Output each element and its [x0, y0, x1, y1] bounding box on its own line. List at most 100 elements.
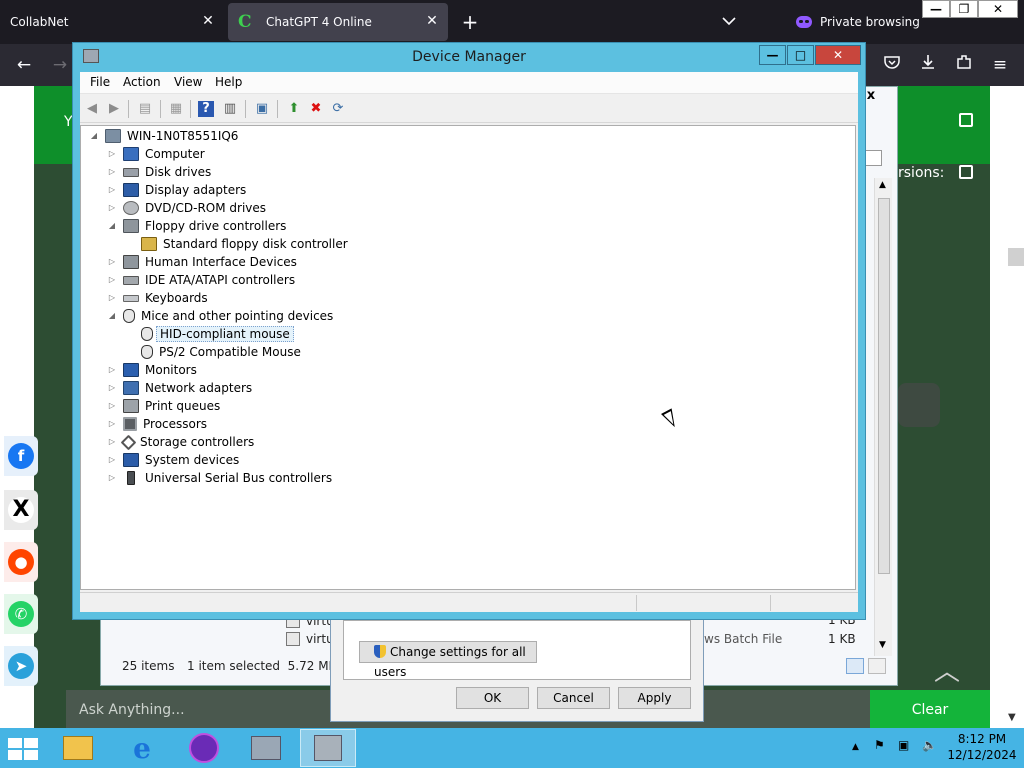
expand-arrow-icon[interactable]: ▷	[107, 379, 117, 397]
taskbar-clock[interactable]: 8:12 PM 12/12/2024	[944, 731, 1020, 763]
copy-icon[interactable]	[959, 165, 973, 179]
clear-button[interactable]: Clear	[870, 690, 990, 728]
share-telegram[interactable]: ➤	[4, 646, 38, 686]
taskbar-device-manager[interactable]	[300, 729, 356, 767]
expand-arrow-icon[interactable]: ▷	[107, 469, 117, 487]
tree-item-mice[interactable]: ◢ Mice and other pointing devices	[107, 307, 333, 325]
tree-item-disk-drives[interactable]: ▷ Disk drives	[107, 163, 211, 181]
action-pane-icon[interactable]: ▥	[222, 101, 238, 117]
menu-file[interactable]: File	[90, 75, 110, 89]
menu-view[interactable]: View	[174, 75, 202, 89]
windows-start-icon[interactable]	[8, 738, 38, 760]
copy-icon[interactable]	[959, 113, 973, 127]
ok-button[interactable]: OK	[456, 687, 529, 709]
taskbar-firefox-private[interactable]	[176, 729, 232, 767]
downloads-icon[interactable]	[916, 53, 940, 77]
tree-item-network-adapters[interactable]: ▷ Network adapters	[107, 379, 252, 397]
computer-icon[interactable]: ▣	[254, 101, 270, 117]
scroll-to-top-chevron-icon[interactable]: ︿	[932, 659, 962, 685]
large-icons-view-icon[interactable]	[868, 658, 886, 674]
minimize-button[interactable]: —	[759, 45, 786, 65]
expand-arrow-icon[interactable]: ▷	[107, 181, 117, 199]
uninstall-device-icon[interactable]: ✖	[308, 101, 324, 117]
explorer-scrollbar-thumb[interactable]	[878, 198, 890, 574]
tree-item-monitors[interactable]: ▷ Monitors	[107, 361, 197, 379]
browser-minimize-button[interactable]: —	[922, 0, 950, 18]
show-hide-console-tree-icon[interactable]: ▤	[137, 101, 153, 117]
tree-item-processors[interactable]: ▷ Processors	[107, 415, 207, 433]
details-view-icon[interactable]	[846, 658, 864, 674]
taskbar-internet-explorer[interactable]: e	[114, 729, 170, 767]
apply-button[interactable]: Apply	[618, 687, 691, 709]
network-icon[interactable]: ▣	[898, 738, 909, 752]
forward-arrow-icon[interactable]: →	[48, 53, 72, 77]
volume-muted-icon[interactable]: 🔈	[922, 738, 937, 752]
explorer-search-box[interactable]	[864, 150, 882, 166]
tree-item-hid[interactable]: ▷ Human Interface Devices	[107, 253, 297, 271]
device-tree[interactable]: ◢ WIN-1N0T8551IQ6 ▷ Computer ▷ Disk driv…	[80, 125, 856, 590]
browser-close-button[interactable]: ✕	[978, 0, 1018, 18]
tree-item-dvd-cd-rom[interactable]: ▷ DVD/CD-ROM drives	[107, 199, 266, 217]
action-center-flag-icon[interactable]: ⚑	[874, 738, 885, 752]
collapse-arrow-icon[interactable]: ◢	[107, 307, 117, 325]
share-x[interactable]: X	[4, 490, 38, 530]
tree-item-ide-ata[interactable]: ▷ IDE ATA/ATAPI controllers	[107, 271, 295, 289]
scan-hardware-changes-icon[interactable]: ⟳	[330, 101, 346, 117]
menu-action[interactable]: Action	[123, 75, 161, 89]
expand-arrow-icon[interactable]: ▷	[107, 253, 117, 271]
tree-item-hid-mouse[interactable]: HID-compliant mouse	[141, 325, 294, 343]
share-reddit[interactable]: ●	[4, 542, 38, 582]
update-driver-icon[interactable]: ⬆	[286, 101, 302, 117]
maximize-button[interactable]: □	[787, 45, 814, 65]
expand-arrow-icon[interactable]: ▷	[107, 163, 117, 181]
show-hidden-icons[interactable]: ▲	[852, 742, 859, 752]
forward-arrow-icon[interactable]: ▶	[106, 101, 122, 117]
tab-close-icon[interactable]: ✕	[424, 13, 440, 29]
new-tab-icon[interactable]: +	[458, 10, 482, 34]
cancel-button[interactable]: Cancel	[537, 687, 610, 709]
tree-item-standard-floppy[interactable]: Standard floppy disk controller	[141, 235, 348, 253]
page-scrollbar-thumb[interactable]	[1008, 248, 1024, 266]
browser-maximize-button[interactable]: ❐	[950, 0, 978, 18]
tree-root[interactable]: ◢ WIN-1N0T8551IQ6	[89, 127, 238, 145]
menu-help[interactable]: Help	[215, 75, 242, 89]
share-facebook[interactable]: f	[4, 436, 38, 476]
collapse-arrow-icon[interactable]: ◢	[107, 217, 117, 235]
back-arrow-icon[interactable]: ←	[12, 53, 36, 77]
tree-item-print-queues[interactable]: ▷ Print queues	[107, 397, 220, 415]
tree-item-system-devices[interactable]: ▷ System devices	[107, 451, 239, 469]
expand-arrow-icon[interactable]: ▷	[107, 433, 117, 451]
tree-item-storage-controllers[interactable]: ▷ Storage controllers	[107, 433, 254, 451]
expand-arrow-icon[interactable]: ▷	[107, 289, 117, 307]
tree-item-display-adapters[interactable]: ▷ Display adapters	[107, 181, 246, 199]
pocket-icon[interactable]	[880, 53, 904, 77]
expand-arrow-icon[interactable]: ▷	[107, 361, 117, 379]
taskbar-file-explorer[interactable]	[50, 729, 106, 767]
back-arrow-icon[interactable]: ◀	[84, 101, 100, 117]
help-icon[interactable]: ?	[198, 101, 214, 117]
tree-item-floppy-controllers[interactable]: ◢ Floppy drive controllers	[107, 217, 286, 235]
explorer-scrollbar[interactable]: ▲ ▼	[874, 178, 892, 656]
hamburger-menu-icon[interactable]: ≡	[988, 53, 1012, 77]
tree-item-ps2-mouse[interactable]: PS/2 Compatible Mouse	[141, 343, 301, 361]
ask-input[interactable]: Ask Anything...	[79, 702, 185, 718]
change-settings-button[interactable]: Change settings for all users	[359, 641, 537, 679]
expand-arrow-icon[interactable]: ▷	[107, 451, 117, 469]
scroll-up-icon[interactable]: ▲	[879, 180, 886, 190]
tree-item-keyboards[interactable]: ▷ Keyboards	[107, 289, 208, 307]
tree-item-usb-controllers[interactable]: ▷ Universal Serial Bus controllers	[107, 469, 332, 487]
expand-arrow-icon[interactable]: ▷	[107, 145, 117, 163]
extensions-icon[interactable]	[952, 53, 976, 77]
file-row[interactable]: virtu	[286, 630, 334, 648]
scroll-down-icon[interactable]: ▼	[879, 640, 886, 650]
tab-close-icon[interactable]: ✕	[200, 13, 216, 29]
tab-chatgpt-online[interactable]: C ChatGPT 4 Online ✕	[228, 3, 448, 41]
collapse-arrow-icon[interactable]: ◢	[89, 127, 99, 145]
expand-arrow-icon[interactable]: ▷	[107, 397, 117, 415]
page-scroll-down-icon[interactable]: ▼	[1008, 712, 1016, 723]
share-whatsapp[interactable]: ✆	[4, 594, 38, 634]
properties-icon[interactable]: ▦	[168, 101, 184, 117]
expand-arrow-icon[interactable]: ▷	[107, 271, 117, 289]
tab-collabnet[interactable]: CollabNet ✕	[0, 3, 224, 41]
expand-arrow-icon[interactable]: ▷	[107, 199, 117, 217]
